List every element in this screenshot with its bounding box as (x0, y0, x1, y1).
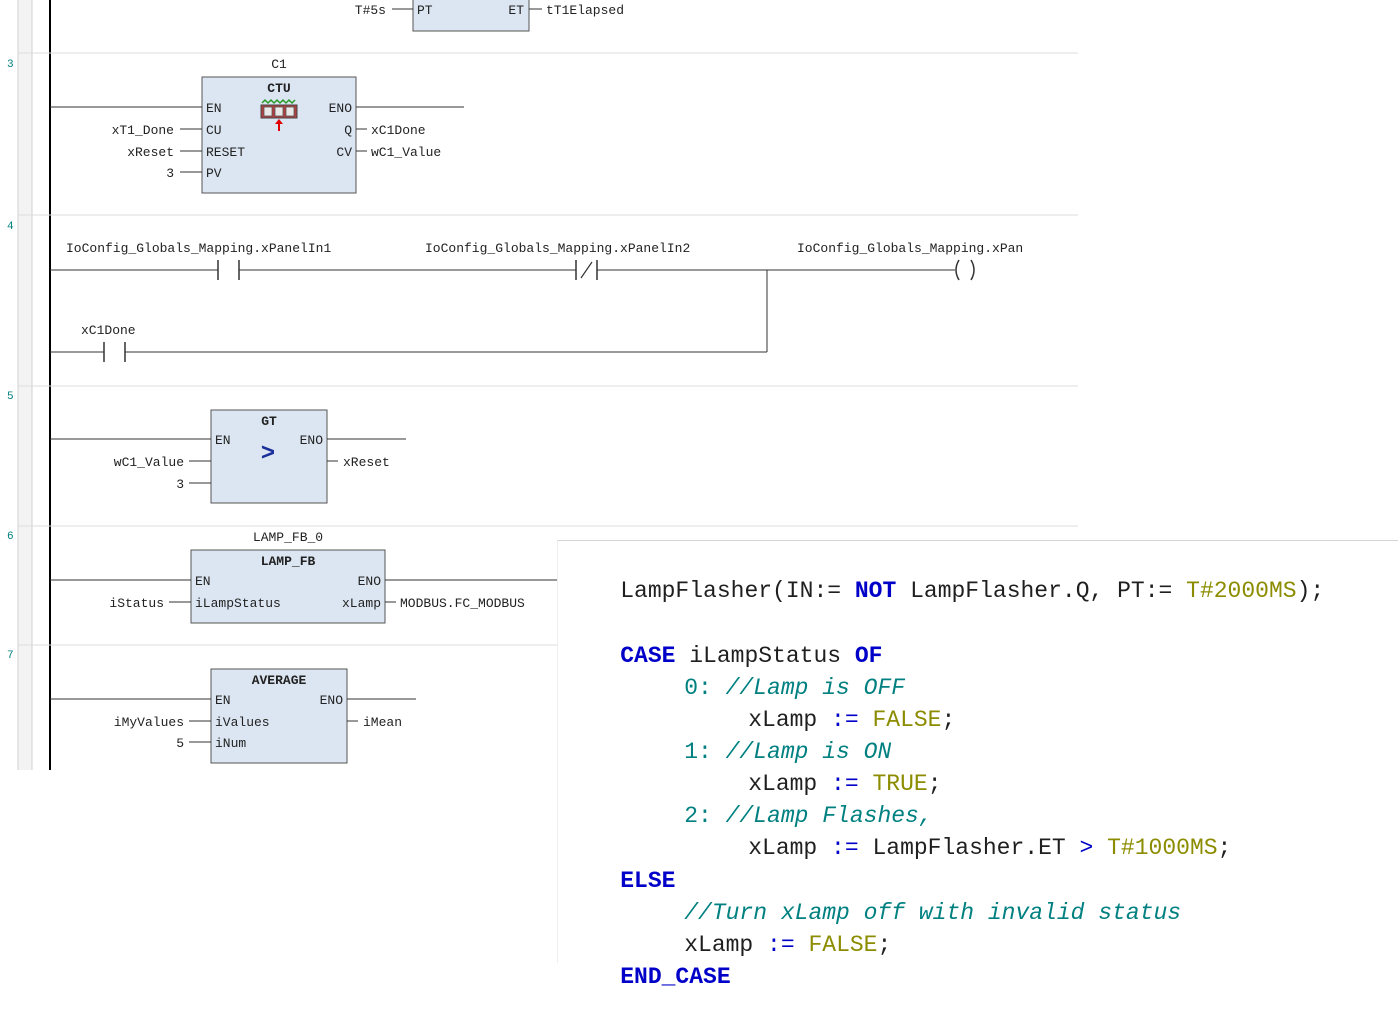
network-5[interactable]: GT > EN ENO wC1_Value 3 xReset (50, 409, 406, 504)
pin-eno: ENO (358, 574, 382, 589)
code-token: ); (1296, 578, 1325, 604)
gt-output[interactable]: xReset (343, 455, 390, 470)
pin-en: EN (215, 693, 231, 708)
average-values-input[interactable]: iMyValues (114, 715, 184, 730)
pin-q: Q (344, 123, 352, 138)
pin-xlamp: xLamp (342, 596, 381, 611)
gt-input-1[interactable]: wC1_Value (114, 455, 184, 470)
assign-operator: := (767, 932, 795, 958)
network-4[interactable]: IoConfig_Globals_Mapping.xPanelIn1 IoCon… (50, 241, 1023, 362)
timer-et-output[interactable]: tT1Elapsed (546, 3, 624, 18)
contact-no-1[interactable] (217, 260, 240, 280)
gt-block-type: GT (261, 414, 277, 429)
pin-ilampstatus: iLampStatus (195, 596, 281, 611)
pin-cu: CU (206, 123, 222, 138)
average-output[interactable]: iMean (363, 715, 402, 730)
lamp-fb-instance-name[interactable]: LAMP_FB_0 (253, 530, 323, 545)
lamp-fb-output[interactable]: MODBUS.FC_MODBUS (400, 596, 525, 611)
compare-operator: > (1079, 835, 1094, 861)
coil-variable[interactable]: IoConfig_Globals_Mapping.xPan (797, 241, 1023, 256)
keyword-end-case: END_CASE (620, 964, 731, 990)
lamp-fb-input[interactable]: iStatus (109, 596, 164, 611)
code-token: xLamp (748, 835, 832, 861)
network-number: 3 (7, 59, 14, 71)
pin-en: EN (215, 433, 231, 448)
network-7[interactable]: AVERAGE EN ENO iValues iNum iMyValues 5 … (50, 668, 416, 764)
editor-gutter (18, 0, 32, 770)
pin-pv: PV (206, 166, 222, 181)
pin-en: EN (206, 101, 222, 116)
structured-text-editor[interactable]: LampFlasher(IN:= NOT LampFlasher.Q, PT:=… (557, 540, 1398, 990)
keyword-not: NOT (854, 578, 897, 604)
code-token: LampFlasher.ET (858, 835, 1080, 861)
network-numbers: 3 4 5 6 7 (7, 59, 14, 662)
ctu-q-output[interactable]: xC1Done (371, 123, 426, 138)
code-token: ; (877, 932, 892, 958)
network-number: 5 (7, 391, 14, 403)
pin-en: EN (195, 574, 211, 589)
pin-eno: ENO (300, 433, 324, 448)
contact-nc-2[interactable] (575, 260, 598, 280)
pin-et: ET (508, 3, 524, 18)
greater-than-icon: > (261, 441, 275, 468)
code-token: ; (941, 707, 956, 733)
literal-time: T#1000MS (1107, 835, 1218, 861)
average-num-input[interactable]: 5 (176, 736, 184, 751)
parallel-contact-variable[interactable]: xC1Done (81, 323, 136, 338)
network-number: 4 (7, 221, 14, 233)
code-token: LampFlasher.Q, PT:= (896, 578, 1187, 604)
pin-inum: iNum (215, 736, 246, 751)
ctu-pv-input[interactable]: 3 (166, 166, 174, 181)
pin-eno: ENO (320, 693, 344, 708)
network-3[interactable]: C1 CTU EN CU RESET PV ENO Q CV xT1_Done … (50, 57, 464, 194)
code-token: ; (1217, 835, 1232, 861)
network-number: 7 (7, 650, 14, 662)
pin-reset: RESET (206, 145, 245, 160)
pin-eno: ENO (329, 101, 353, 116)
ctu-cv-output[interactable]: wC1_Value (371, 145, 441, 160)
contact-1-variable[interactable]: IoConfig_Globals_Mapping.xPanelIn1 (66, 241, 331, 256)
lamp-fb-block-type: LAMP_FB (261, 554, 316, 569)
literal-time: T#2000MS (1186, 578, 1297, 604)
ctu-reset-input[interactable]: xReset (127, 145, 174, 160)
average-block-type: AVERAGE (252, 673, 307, 688)
contact-no-parallel[interactable] (103, 342, 126, 362)
ctu-block-type: CTU (267, 81, 290, 96)
pin-ivalues: iValues (215, 715, 270, 730)
pin-pt: PT (417, 3, 433, 18)
timer-pt-input[interactable]: T#5s (355, 3, 386, 18)
literal-bool: FALSE (808, 932, 878, 958)
coil[interactable] (955, 259, 975, 281)
code-token: LampFlasher(IN:= (620, 578, 855, 604)
contact-2-variable[interactable]: IoConfig_Globals_Mapping.xPanelIn2 (425, 241, 690, 256)
gt-input-2[interactable]: 3 (176, 477, 184, 492)
ctu-instance-name[interactable]: C1 (271, 57, 287, 72)
network-6[interactable]: LAMP_FB_0 LAMP_FB EN ENO iLampStatus xLa… (50, 530, 557, 624)
network-number: 6 (7, 531, 14, 543)
network-2[interactable]: T#5s PT ET tT1Elapsed (355, 0, 624, 32)
ctu-cu-input[interactable]: xT1_Done (112, 123, 174, 138)
assign-operator: := (831, 835, 859, 861)
pin-cv: CV (336, 145, 352, 160)
code-line-12[interactable]: END_CASE (565, 932, 731, 1022)
